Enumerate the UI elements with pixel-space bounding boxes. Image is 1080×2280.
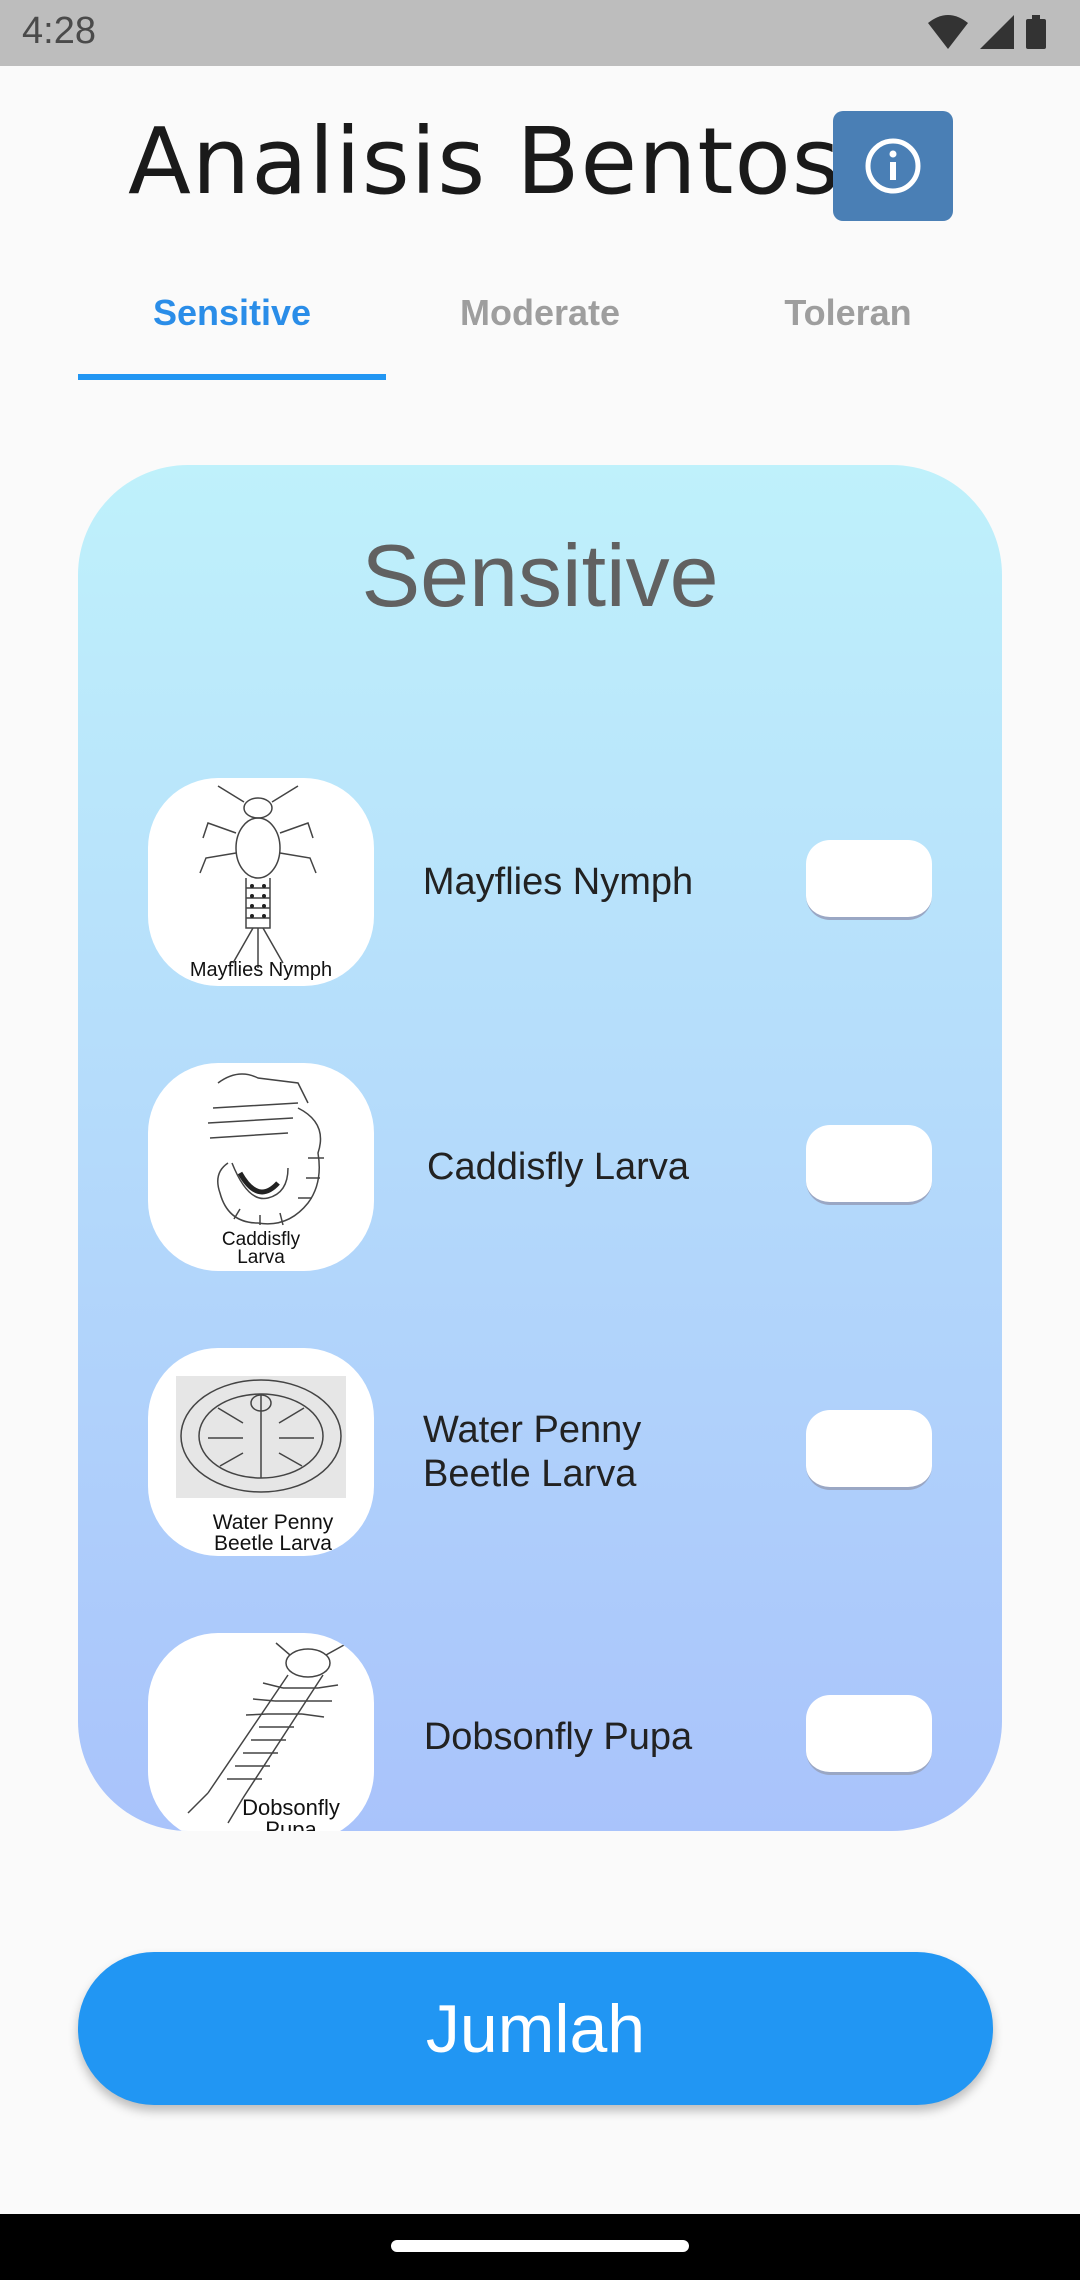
- species-image: Water Penny Beetle Larva: [148, 1348, 374, 1556]
- species-name: Caddisfly Larva: [427, 1146, 689, 1188]
- app-title: Analisis Bentos: [128, 108, 841, 215]
- species-image-caption: Dobsonfly Pupa: [242, 1795, 340, 1832]
- battery-icon: [1026, 15, 1046, 49]
- caddisfly-larva-count-input[interactable]: [806, 1125, 932, 1205]
- tab-bar: Sensitive Moderate Toleran: [78, 272, 1002, 380]
- species-image: Mayflies Nymph: [148, 778, 374, 986]
- species-name: Water Penny Beetle Larva: [423, 1409, 642, 1495]
- list-item: Mayflies Nymph Mayflies Nymph: [78, 778, 1002, 988]
- tab-toleran[interactable]: Toleran: [694, 272, 1002, 380]
- species-image-caption: Water Penny Beetle Larva: [212, 1511, 334, 1555]
- dobsonfly-pupa-count-input[interactable]: [806, 1695, 932, 1775]
- species-name: Dobsonfly Pupa: [423, 1716, 693, 1758]
- navigation-bar: [0, 2214, 1080, 2280]
- status-bar: 4:28: [0, 0, 1080, 66]
- jumlah-button[interactable]: Jumlah: [78, 1952, 993, 2105]
- mayfly-nymph-illustration: [199, 785, 317, 968]
- species-image-caption: Caddisfly Larva: [221, 1229, 301, 1268]
- species-image-caption: Mayflies Nymph: [189, 959, 333, 981]
- info-icon: [865, 138, 921, 194]
- water-penny-beetle-larva-count-input[interactable]: [806, 1410, 932, 1490]
- tab-moderate[interactable]: Moderate: [386, 272, 694, 380]
- card-title: Sensitive: [361, 526, 719, 625]
- status-time: 4:28: [22, 10, 96, 52]
- signal-icon: [980, 15, 1014, 49]
- info-button[interactable]: [833, 111, 953, 221]
- home-indicator[interactable]: [391, 2240, 689, 2252]
- wifi-icon: [928, 15, 968, 49]
- list-item: Dobsonfly Pupa Dobsonfly Pupa: [78, 1633, 1002, 1831]
- list-item: Caddisfly Larva Caddisfly Larva: [78, 1063, 1002, 1273]
- tab-sensitive[interactable]: Sensitive: [78, 272, 386, 380]
- status-icons: [928, 14, 1046, 50]
- species-image: Dobsonfly Pupa: [148, 1633, 374, 1831]
- tab-indicator: [78, 374, 386, 380]
- list-item: Water Penny Beetle Larva Water Penny Bee…: [78, 1348, 1002, 1558]
- mayflies-nymph-count-input[interactable]: [806, 840, 932, 920]
- species-name: Mayflies Nymph: [422, 861, 694, 903]
- species-image: Caddisfly Larva: [148, 1063, 374, 1271]
- species-card[interactable]: Sensitive Mayflies Nymph Mayflies Nymph: [78, 465, 1002, 1831]
